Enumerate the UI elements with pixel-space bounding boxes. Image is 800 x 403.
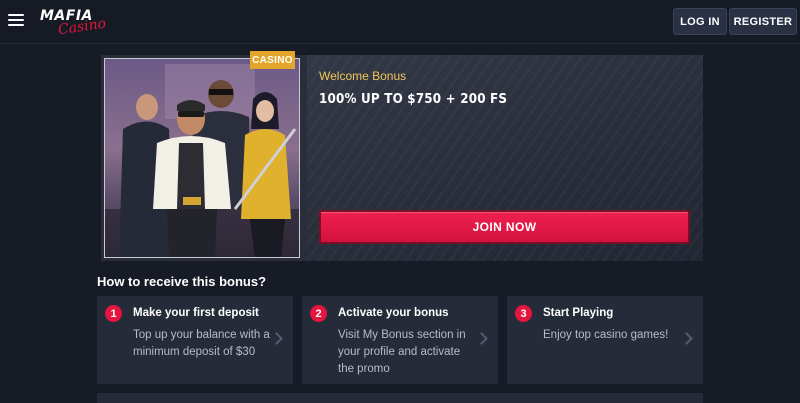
step-description: Enjoy top casino games! bbox=[543, 329, 669, 341]
step-description: Top up your balance with a minimum depos… bbox=[133, 329, 270, 358]
step-description: Visit My Bonus section in your profile a… bbox=[338, 329, 466, 375]
step-card-2[interactable]: 2 Activate your bonus Visit My Bonus sec… bbox=[302, 296, 498, 384]
hamburger-menu-icon[interactable] bbox=[8, 14, 24, 27]
step-title: Activate your bonus bbox=[338, 307, 449, 319]
step-card-1[interactable]: 1 Make your first deposit Top up your ba… bbox=[97, 296, 293, 384]
casino-category-badge: CASINO bbox=[250, 51, 295, 69]
login-button[interactable]: LOG IN bbox=[673, 8, 727, 35]
step-number-badge: 1 bbox=[105, 305, 122, 322]
mafia-casino-logo[interactable]: MAFIA Casino bbox=[40, 6, 107, 38]
step-number-badge: 3 bbox=[515, 305, 532, 322]
join-now-button[interactable]: JOIN NOW bbox=[319, 210, 690, 244]
welcome-bonus-label: Welcome Bonus bbox=[319, 69, 407, 83]
bonus-offer-title: 100% UP TO $750 + 200 FS bbox=[319, 92, 508, 107]
how-to-receive-heading: How to receive this bonus? bbox=[97, 274, 267, 289]
next-section-edge bbox=[97, 393, 703, 403]
step-number-badge: 2 bbox=[310, 305, 327, 322]
mafia-characters-illustration bbox=[104, 58, 300, 258]
step-card-3[interactable]: 3 Start Playing Enjoy top casino games! bbox=[507, 296, 703, 384]
step-title: Make your first deposit bbox=[133, 307, 259, 319]
top-bar: MAFIA Casino LOG IN REGISTER bbox=[0, 0, 800, 44]
characters-artwork bbox=[105, 64, 299, 257]
register-button[interactable]: REGISTER bbox=[729, 8, 797, 35]
step-title: Start Playing bbox=[543, 307, 614, 319]
